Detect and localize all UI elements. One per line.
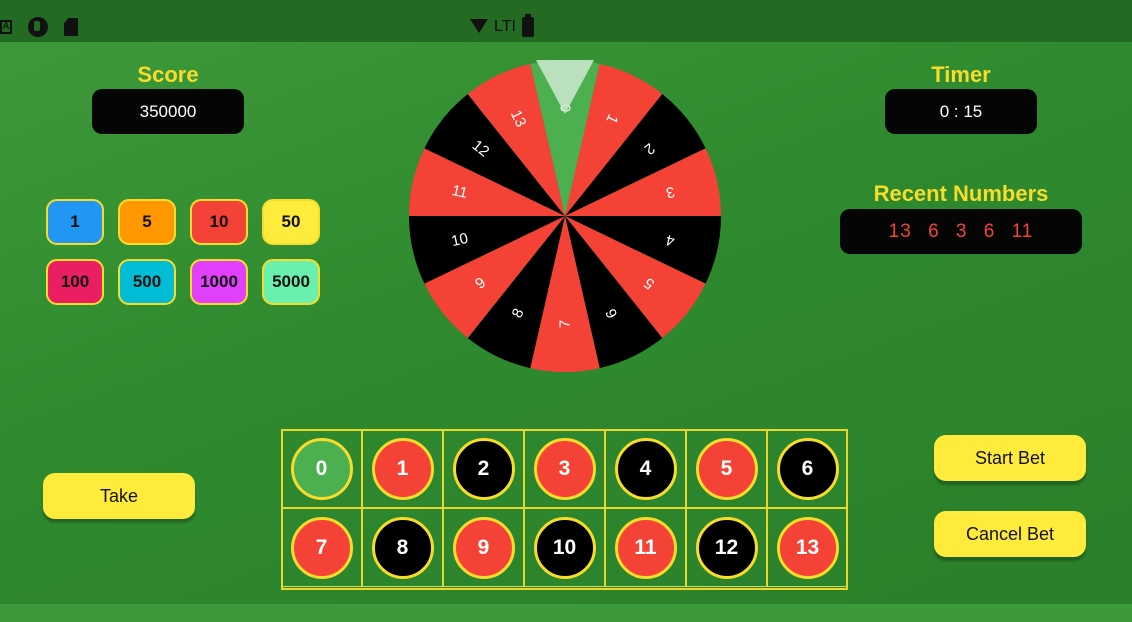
board-cell-2[interactable]: 2	[443, 429, 524, 508]
text-icon: A	[0, 20, 12, 34]
chip-label: 500	[132, 272, 162, 291]
board-cell-0[interactable]: 0	[281, 429, 362, 508]
betting-board: 0 1 2 3 4 5 6 7 8 9 10 11 12 13	[281, 429, 848, 590]
board-cell-8[interactable]: 8	[362, 508, 443, 587]
number-ball: 3	[533, 437, 596, 500]
start-bet-button[interactable]: Start Bet	[934, 435, 1086, 481]
score-label: Score	[137, 62, 199, 87]
take-button-label: Take	[99, 485, 139, 506]
chip-10[interactable]: 10	[190, 199, 248, 245]
chip-label: 1000	[200, 272, 238, 291]
board-cell-13[interactable]: 13	[767, 508, 848, 587]
board-cell-12[interactable]: 12	[686, 508, 767, 587]
bottom-bar	[0, 604, 1132, 622]
number-ball: 0	[290, 437, 353, 500]
pocket-icon	[28, 17, 48, 37]
recent-numbers-label: Recent Numbers	[873, 181, 1049, 206]
number-ball: 12	[695, 516, 758, 579]
timer-value: 0 : 15	[939, 101, 983, 121]
chip-1[interactable]: 1	[46, 199, 104, 245]
timer-label: Timer	[931, 62, 991, 87]
board-cell-4[interactable]: 4	[605, 429, 686, 508]
number-ball: 6	[776, 437, 839, 500]
chip-5[interactable]: 5	[118, 199, 176, 245]
number-ball: 4	[614, 437, 677, 500]
wheel-number-label: 7	[557, 320, 574, 328]
number-ball: 2	[452, 437, 515, 500]
chip-label: 10	[209, 212, 229, 231]
number-ball: 8	[371, 516, 434, 579]
chip-label: 50	[281, 212, 301, 231]
number-ball: 13	[776, 516, 839, 579]
cancel-bet-button-label: Cancel Bet	[965, 523, 1055, 544]
number-ball: 11	[614, 516, 677, 579]
chip-1000[interactable]: 1000	[190, 259, 248, 305]
network-label: LTI	[494, 18, 516, 35]
number-ball: 7	[290, 516, 353, 579]
number-ball: 10	[533, 516, 596, 579]
chip-label: 5000	[272, 272, 310, 291]
cancel-bet-button[interactable]: Cancel Bet	[934, 511, 1086, 557]
board-cell-5[interactable]: 5	[686, 429, 767, 508]
chip-5000[interactable]: 5000	[262, 259, 320, 305]
chip-label: 5	[142, 212, 152, 231]
take-button[interactable]: Take	[43, 473, 195, 519]
status-bar: A LTI	[0, 0, 1132, 42]
recent-numbers-box: 13 6 3 6 11	[840, 209, 1082, 254]
timer-box: 0 : 15	[885, 89, 1037, 134]
board-cell-6[interactable]: 6	[767, 429, 848, 508]
score-value: 350000	[139, 101, 197, 121]
board-cell-3[interactable]: 3	[524, 429, 605, 508]
chip-50[interactable]: 50	[262, 199, 320, 245]
board-cell-1[interactable]: 1	[362, 429, 443, 508]
sd-card-icon	[64, 18, 78, 36]
number-ball: 1	[371, 437, 434, 500]
roulette-wheel: 012345678910111213	[409, 59, 721, 372]
board-cell-11[interactable]: 11	[605, 508, 686, 587]
board-cell-9[interactable]: 9	[443, 508, 524, 587]
chip-label: 1	[70, 212, 80, 231]
recent-numbers-value: 13 6 3 6 11	[888, 220, 1034, 242]
board-cell-10[interactable]: 10	[524, 508, 605, 587]
score-box: 350000	[92, 89, 244, 134]
signal-off-icon	[470, 19, 490, 35]
board-cell-7[interactable]: 7	[281, 508, 362, 587]
chip-500[interactable]: 500	[118, 259, 176, 305]
number-ball: 5	[695, 437, 758, 500]
number-ball: 9	[452, 516, 515, 579]
chip-100[interactable]: 100	[46, 259, 104, 305]
chip-label: 100	[60, 272, 90, 291]
battery-icon	[522, 14, 534, 37]
start-bet-button-label: Start Bet	[974, 447, 1046, 468]
